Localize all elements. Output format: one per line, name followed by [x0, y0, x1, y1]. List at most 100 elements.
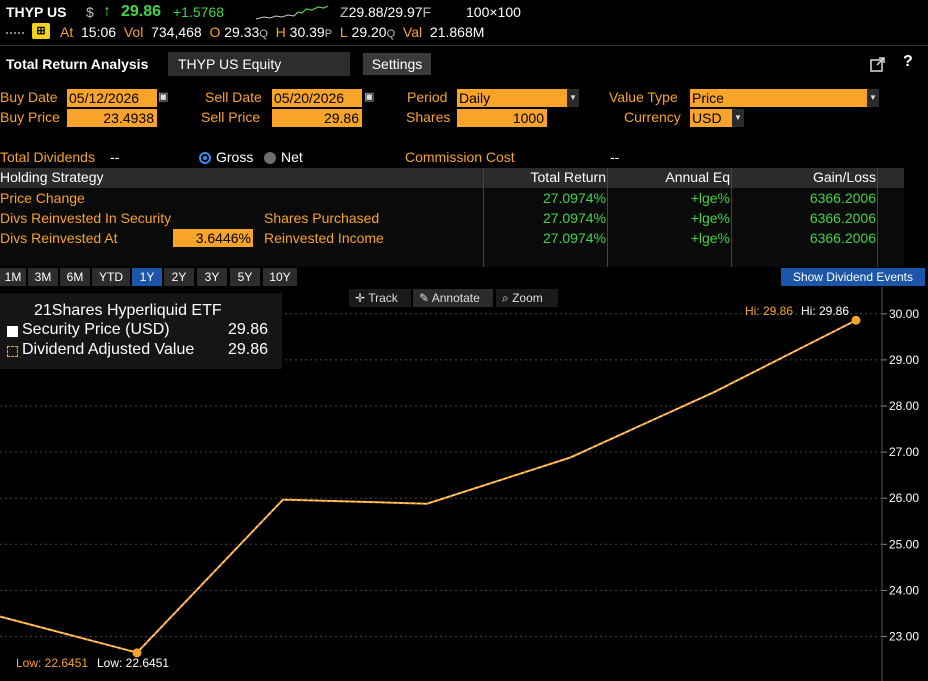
security-price-line: [0, 319, 857, 654]
timeframe-1m[interactable]: 1M: [0, 268, 26, 286]
y-tick-label: 30.00: [889, 307, 919, 321]
feed-indicator-icon: [6, 32, 26, 34]
timeframe-10y[interactable]: 10Y: [263, 268, 297, 286]
value-type-dropdown[interactable]: Price ▼: [690, 89, 879, 107]
commission-label: Commission Cost: [405, 149, 515, 165]
total-return-cell: 27.0974%: [542, 190, 606, 206]
gross-label: Gross: [216, 149, 254, 165]
value-type-label: Value Type: [609, 89, 678, 105]
annual-eq-cell: +lge%: [690, 210, 730, 226]
legend-security-label: Security Price (USD): [22, 321, 170, 338]
sell-date-label: Sell Date: [205, 89, 262, 105]
crosshair-icon: ✛: [355, 291, 366, 305]
settings-button[interactable]: Settings: [363, 53, 431, 75]
reinvested-income-label: Reinvested Income: [264, 230, 384, 246]
currency-symbol: $: [86, 4, 94, 20]
magnifier-icon: ⌕: [502, 291, 509, 305]
pencil-icon: ✎: [419, 291, 430, 305]
timeframe-ytd[interactable]: YTD: [92, 268, 130, 286]
total-return-cell: 27.0974%: [542, 230, 606, 246]
legend-security-value: 29.86: [228, 321, 269, 338]
shares-label: Shares: [406, 109, 451, 125]
y-tick-label: 23.00: [889, 630, 919, 644]
y-tick-label: 25.00: [889, 537, 919, 551]
dividend-adjusted-line: [0, 319, 857, 654]
price-change: +1.5768: [173, 4, 224, 20]
page-title: Total Return Analysis: [6, 56, 149, 72]
shares-purchased-label: Shares Purchased: [264, 210, 380, 226]
show-dividend-events-button[interactable]: Show Dividend Events: [781, 268, 925, 286]
high-marker: [851, 315, 861, 325]
zoom-button[interactable]: ⌕ Zoom: [496, 289, 558, 307]
legend-dividend-value: 29.86: [228, 341, 269, 358]
quote-detail-line: At 15:06 Vol 734,468 O 29.33Q H 30.39P L…: [60, 24, 485, 40]
chart-legend: 21Shares Hyperliquid ETF Security Price …: [0, 293, 282, 369]
sell-date-field[interactable]: 05/20/2026: [272, 89, 362, 107]
net-radio[interactable]: [264, 152, 276, 164]
calendar-icon[interactable]: ▣: [158, 90, 169, 105]
currency-dropdown[interactable]: USD ▼: [690, 109, 744, 127]
exchange-badge-icon: ⊞: [32, 23, 50, 39]
annual-eq-cell: +lge%: [690, 230, 730, 246]
sparkline-icon: [256, 5, 328, 20]
annotate-button[interactable]: ✎ Annotate: [413, 289, 493, 307]
sell-price-field[interactable]: 29.86: [272, 109, 362, 127]
chevron-down-icon: ▼: [867, 89, 879, 107]
low-annotation: Low: 22.6451: [16, 656, 89, 670]
header-annual-eq: Annual Eq: [665, 169, 730, 185]
shares-field[interactable]: 1000: [457, 109, 547, 127]
timeframe-3m[interactable]: 3M: [28, 268, 58, 286]
y-tick-label: 24.00: [889, 583, 919, 597]
timeframe-6m[interactable]: 6M: [60, 268, 90, 286]
row-label: Price Change: [0, 190, 85, 206]
y-tick-label: 27.00: [889, 445, 919, 459]
ticker-symbol: THYP US: [6, 4, 67, 20]
gross-radio[interactable]: [199, 152, 211, 164]
y-tick-label: 26.00: [889, 491, 919, 505]
row-label: Divs Reinvested At: [0, 230, 118, 246]
y-tick-label: 28.00: [889, 399, 919, 413]
legend-swatch-dividend: [7, 346, 18, 357]
low-annotation-label: Low: 22.6451: [97, 656, 170, 670]
timeframe-1y[interactable]: 1Y: [132, 268, 162, 286]
legend-dividend-label: Dividend Adjusted Value: [22, 341, 195, 358]
buy-date-field[interactable]: 05/12/2026: [67, 89, 157, 107]
gain-loss-cell: 6366.2006: [809, 210, 876, 226]
sell-price-label: Sell Price: [201, 109, 261, 125]
net-label: Net: [281, 149, 303, 165]
currency-label: Currency: [624, 109, 681, 125]
security-field[interactable]: THYP US Equity: [168, 52, 350, 76]
buy-price-field[interactable]: 23.4938: [67, 109, 157, 127]
total-return-cell: 27.0974%: [542, 210, 606, 226]
timeframe-2y[interactable]: 2Y: [164, 268, 194, 286]
table-row: Divs Reinvested In Security Shares Purch…: [0, 208, 904, 228]
chevron-down-icon: ▼: [732, 109, 744, 127]
buy-price-label: Buy Price: [0, 109, 60, 125]
legend-swatch-security: [7, 326, 18, 337]
timeframe-3y[interactable]: 3Y: [197, 268, 227, 286]
gain-loss-cell: 6366.2006: [809, 190, 876, 206]
total-dividends-value: --: [110, 149, 120, 165]
header-gain-loss: Gain/Loss: [812, 169, 876, 185]
chevron-down-icon: ▼: [567, 89, 579, 107]
commission-value: --: [610, 149, 620, 165]
header-total-return: Total Return: [530, 169, 606, 185]
period-dropdown[interactable]: Daily ▼: [457, 89, 579, 107]
export-icon[interactable]: [870, 56, 886, 72]
high-annotation: Hi: 29.86: [745, 304, 794, 318]
bid-ask-size: 100×100: [466, 4, 521, 20]
last-price: 29.86: [121, 3, 162, 20]
y-tick-label: 29.00: [889, 353, 919, 367]
calendar-icon[interactable]: ▣: [364, 90, 375, 105]
help-icon[interactable]: ?: [903, 53, 913, 71]
up-arrow-icon: ↑: [103, 3, 111, 20]
table-row: Price Change 27.0974% +lge% 6366.2006: [0, 188, 904, 208]
gain-loss-cell: 6366.2006: [809, 230, 876, 246]
reinvest-rate-field[interactable]: 3.6446%: [173, 229, 253, 247]
timeframe-5y[interactable]: 5Y: [230, 268, 260, 286]
row-label: Divs Reinvested In Security: [0, 210, 172, 226]
total-dividends-label: Total Dividends: [0, 149, 95, 165]
period-label: Period: [407, 89, 448, 105]
track-button[interactable]: ✛ Track: [349, 289, 411, 307]
buy-date-label: Buy Date: [0, 89, 58, 105]
